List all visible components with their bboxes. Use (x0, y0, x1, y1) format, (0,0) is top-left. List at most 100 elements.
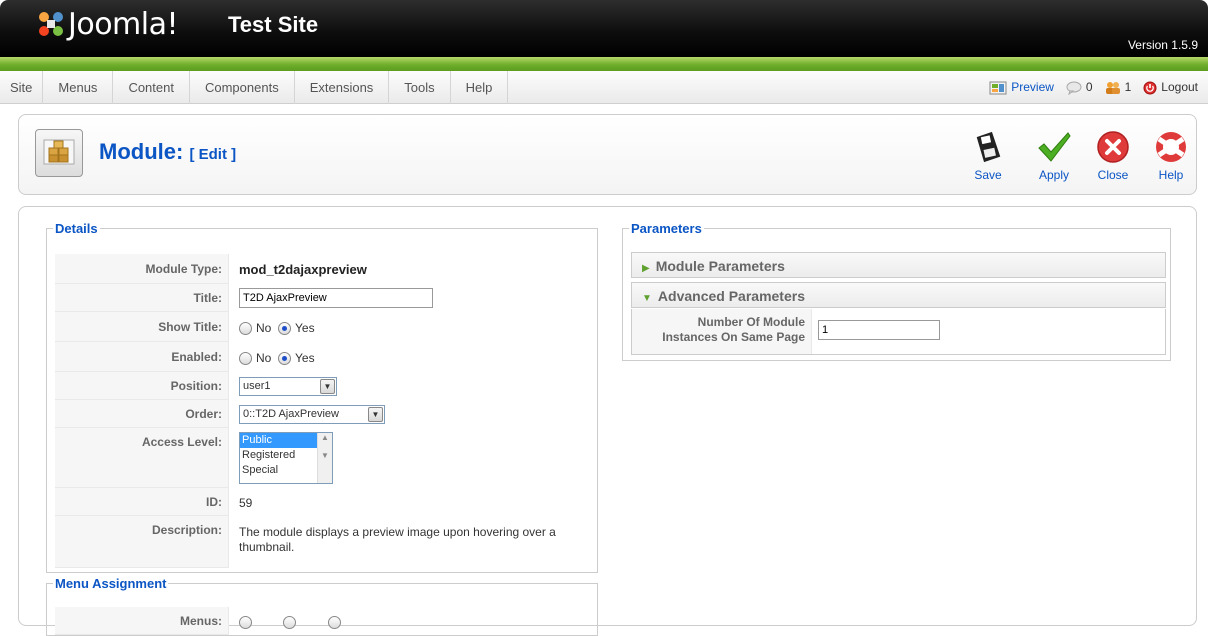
messages-count: 0 (1085, 80, 1093, 94)
joomla-logo-icon (39, 12, 63, 36)
page-title-text: Module: (99, 139, 184, 164)
instances-field[interactable] (818, 320, 940, 340)
id-label: ID: (55, 488, 229, 516)
brand-logo-text: Joomla! (68, 7, 179, 42)
page-title: Module: [ Edit ] (99, 139, 236, 165)
enabled-yes-radio[interactable] (278, 352, 292, 366)
help-lifebuoy-icon (1156, 132, 1186, 162)
menus-radio-3[interactable] (327, 616, 341, 630)
menu-assignment-legend: Menu Assignment (55, 576, 167, 591)
show-title-radios: No Yes (239, 321, 315, 336)
menu-item-site[interactable]: Site (0, 71, 44, 104)
menu-item-content[interactable]: Content (113, 71, 190, 104)
parameters-legend: Parameters (631, 221, 702, 236)
preview-icon (989, 81, 1007, 94)
access-option-registered[interactable]: Registered (240, 448, 318, 463)
module-type-row: Module Type: mod_t2dajaxpreview (55, 254, 597, 284)
module-parameters-toggle[interactable]: ▶ Module Parameters (631, 252, 1166, 278)
module-boxes-icon (43, 139, 75, 165)
enabled-radios: No Yes (239, 351, 315, 366)
main-menu-bar: Site Menus Content Components Extensions… (0, 71, 1208, 104)
order-row: Order: 0::T2D AjaxPreview ▼ (55, 400, 597, 428)
menu-item-extensions[interactable]: Extensions (295, 71, 390, 104)
advanced-parameters-label: Advanced Parameters (657, 288, 805, 304)
show-title-no-radio[interactable] (239, 322, 252, 336)
order-label: Order: (55, 400, 229, 428)
logout-link[interactable]: Logout (1143, 71, 1198, 104)
instances-label: Number Of Module Instances On Same Page (632, 309, 812, 354)
position-label: Position: (55, 372, 229, 400)
logout-icon (1143, 81, 1157, 94)
enabled-yes-label: Yes (295, 351, 315, 365)
instances-label-line2: Instances On Same Page (662, 330, 805, 344)
listbox-scrollbar[interactable]: ▲ ▼ (317, 433, 332, 483)
messages-status[interactable]: 0 (1066, 71, 1093, 104)
menu-item-menus[interactable]: Menus (43, 71, 114, 104)
site-name: Test Site (228, 12, 319, 37)
position-select[interactable]: user1 ▼ (239, 377, 337, 396)
menus-radio-1[interactable] (239, 616, 252, 630)
help-button[interactable]: Help (1147, 129, 1195, 182)
module-parameters-label: Module Parameters (655, 258, 785, 274)
advanced-parameters-toggle[interactable]: ▼ Advanced Parameters (631, 282, 1166, 308)
details-legend: Details (55, 221, 98, 236)
chevron-down-icon: ▼ (320, 379, 335, 394)
menu-assignment-fieldset: Menu Assignment Menus: (46, 576, 598, 636)
title-label: Title: (55, 284, 229, 312)
show-title-label: Show Title: (55, 312, 229, 342)
title-row: Title: (55, 284, 597, 312)
access-level-row: Access Level: Public Registered Special … (55, 428, 597, 488)
menus-radio-2[interactable] (283, 616, 297, 630)
position-select-value: user1 (243, 380, 271, 392)
title-field[interactable] (239, 288, 433, 308)
description-label: Description: (55, 516, 229, 568)
module-type-value: mod_t2dajaxpreview (239, 262, 367, 277)
save-label: Save (974, 168, 1002, 182)
menus-label: Menus: (55, 607, 229, 635)
preview-link[interactable]: Preview (1011, 71, 1054, 104)
menu-item-help[interactable]: Help (451, 71, 509, 104)
messages-icon (1066, 81, 1082, 95)
users-status[interactable]: 1 (1105, 71, 1132, 104)
help-label: Help (1158, 168, 1184, 182)
menu-item-components[interactable]: Components (190, 71, 295, 104)
menu-item-tools[interactable]: Tools (389, 71, 451, 104)
access-option-special[interactable]: Special (240, 463, 318, 478)
enabled-row: Enabled: No Yes (55, 342, 597, 372)
access-option-public[interactable]: Public (240, 433, 318, 448)
apply-button[interactable]: Apply (1030, 129, 1078, 182)
access-level-listbox[interactable]: Public Registered Special ▲ ▼ (239, 432, 333, 484)
id-value: 59 (239, 496, 253, 510)
collapsed-arrow-icon: ▶ (642, 263, 650, 274)
apply-checkmark-icon (1038, 132, 1071, 162)
save-button[interactable]: Save (964, 129, 1012, 182)
show-title-yes-radio[interactable] (278, 322, 292, 336)
id-row: ID: 59 (55, 488, 597, 516)
order-select[interactable]: 0::T2D AjaxPreview ▼ (239, 405, 385, 424)
show-title-yes-label: Yes (295, 321, 315, 335)
position-row: Position: user1 ▼ (55, 372, 597, 400)
enabled-no-label: No (256, 351, 272, 365)
expanded-arrow-icon: ▼ (642, 293, 652, 304)
apply-label: Apply (1038, 168, 1070, 182)
menus-row: Menus: (55, 607, 597, 635)
enabled-no-radio[interactable] (239, 352, 252, 366)
description-value: The module displays a preview image upon… (239, 525, 556, 554)
brand-text: Joomla! (68, 7, 179, 42)
close-button[interactable]: Close (1089, 129, 1137, 182)
close-x-icon (1097, 131, 1129, 163)
details-fieldset: Details Module Type: mod_t2dajaxpreview … (46, 221, 598, 573)
show-title-row: Show Title: No Yes (55, 312, 597, 342)
logout-label[interactable]: Logout (1161, 71, 1198, 104)
save-floppy-icon (976, 131, 1001, 163)
close-label: Close (1097, 168, 1129, 182)
users-icon (1105, 81, 1120, 94)
chevron-down-icon: ▼ (368, 407, 383, 422)
version-label: Version 1.5.9 (1127, 38, 1198, 52)
advanced-parameters-pane: Number Of Module Instances On Same Page (631, 309, 1166, 355)
users-count: 1 (1124, 80, 1132, 94)
instances-label-line1: Number Of Module (697, 315, 805, 329)
preview-link-wrap[interactable]: Preview (989, 71, 1054, 104)
main-menu: Site Menus Content Components Extensions… (0, 71, 509, 104)
status-area: Preview 0 1 Logout (989, 71, 1198, 104)
